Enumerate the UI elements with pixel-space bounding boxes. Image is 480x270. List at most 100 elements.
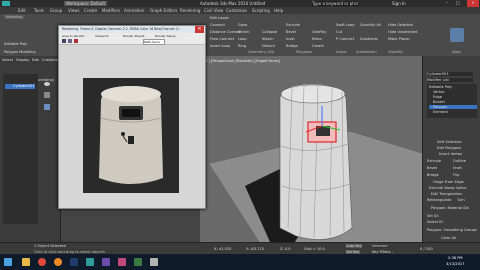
edit-triangulation-button[interactable]: Edit Triangulation (431, 192, 462, 196)
ribbon-polygon-modeling[interactable]: Polygon Modeling (4, 50, 36, 54)
ribbon-btn-quadrify-all[interactable]: Quadrify All (360, 23, 381, 27)
object-name-field[interactable]: Cylinder001 (427, 72, 473, 76)
ribbon-btn-connect[interactable]: Connect (210, 23, 225, 27)
ribbon-btn-shrink[interactable]: Shrink (238, 30, 249, 34)
menu-group[interactable]: Group (50, 8, 62, 13)
firefox-icon[interactable] (54, 258, 62, 266)
stack-polygon[interactable]: Polygon (429, 105, 477, 109)
ribbon-btn-distance-connect[interactable]: Distance Connect (210, 30, 242, 34)
auto-key-button[interactable]: Auto Key (346, 244, 363, 248)
channel-dropdown[interactable]: RGB Alpha (143, 39, 165, 45)
scene-tab-display[interactable]: Display (16, 58, 29, 62)
ribbon-btn-attach[interactable]: Attach (262, 37, 274, 41)
app3-icon[interactable] (150, 258, 158, 266)
coord-z[interactable]: Z: 0.0 (280, 247, 291, 251)
stack-edge[interactable]: Edge (433, 95, 442, 99)
menu-graph-editors[interactable]: Graph Editors (150, 8, 177, 13)
ribbon-btn-flow-connect[interactable]: Flow Connect (210, 37, 234, 41)
ribbon-btn-extrude[interactable]: Extrude (286, 23, 300, 27)
material-ids-rollout[interactable]: Polygon: Material IDs (431, 206, 469, 210)
ribbon-btn-subdivide[interactable]: Subdivide (360, 37, 378, 41)
smoothing-groups-rollout[interactable]: Polygon: Smoothing Groups (427, 228, 477, 232)
scene-tab-select[interactable]: Select (2, 58, 13, 62)
extrude-spline-button[interactable]: Extrude Along Spline (429, 186, 467, 190)
stack-editable-poly[interactable]: Editable Poly (429, 85, 452, 89)
minimize-icon[interactable]: – (446, 0, 448, 5)
clock-date[interactable]: 3/13/2017 (446, 262, 464, 266)
ribbon-btn-loop[interactable]: Loop (238, 37, 247, 41)
menu-edit[interactable]: Edit (18, 8, 26, 13)
render-clear-icon[interactable] (74, 39, 78, 43)
app-icon[interactable] (118, 258, 126, 266)
extrude-button[interactable]: Extrude (427, 159, 441, 163)
time-slider[interactable]: 0 / 100 (420, 247, 433, 251)
eye-icon[interactable] (44, 82, 50, 86)
retriangulate-button[interactable]: Retriangulate (427, 198, 451, 202)
menu-customize[interactable]: Customize (226, 8, 247, 13)
turn-button[interactable]: Turn (457, 198, 465, 202)
inset-button[interactable]: Inset (453, 166, 462, 170)
max-icon[interactable] (86, 258, 94, 266)
clock-time[interactable]: 2:38 PM (448, 256, 462, 260)
menu-modifiers[interactable]: Modifiers (102, 8, 120, 13)
ribbon-btn-hide-selected[interactable]: Hide Selected (388, 23, 413, 27)
ribbon-btn-edit-loops[interactable]: Edit Loops (210, 16, 229, 20)
scene-tab-edit[interactable]: Edit (32, 58, 39, 62)
hinge-button[interactable]: Hinge From Edge (433, 180, 464, 184)
perspective-viewport[interactable]: [+] [Perspective] [Realistic] [Edged Fac… (200, 56, 422, 242)
align-icon[interactable] (450, 28, 464, 42)
coord-y[interactable]: Y: -63.713 (246, 247, 264, 251)
layer-icon[interactable] (44, 104, 50, 110)
insert-vertex-button[interactable]: Insert Vertex (439, 152, 462, 156)
bevel-button[interactable]: Bevel (427, 166, 437, 170)
ribbon-btn-cut[interactable]: Cut (336, 30, 342, 34)
selected-dropdown[interactable]: Selected (372, 244, 388, 248)
app2-icon[interactable] (134, 258, 142, 266)
close-icon[interactable]: × (467, 0, 479, 7)
bridge-button[interactable]: Bridge (427, 173, 439, 177)
ribbon-btn-bridge[interactable]: Bridge (286, 44, 298, 48)
photoshop-icon[interactable] (70, 258, 78, 266)
maximize-icon[interactable]: □ (456, 0, 460, 5)
ribbon-btn-grow[interactable]: Grow (238, 23, 247, 27)
ribbon-btn-relax[interactable]: Relax (312, 37, 322, 41)
ribbon-btn-collapse[interactable]: Collapse (262, 30, 277, 34)
ribbon-btn-inset[interactable]: Inset (286, 37, 295, 41)
stack-vertex[interactable]: Vertex (433, 90, 445, 94)
ribbon-btn-make-planar[interactable]: Make Planar (388, 37, 410, 41)
rollout-edit-polygons[interactable]: Edit Polygons (437, 146, 461, 150)
flip-button[interactable]: Flip (453, 173, 459, 177)
render-copy-icon[interactable] (68, 39, 72, 43)
select-id-button[interactable]: Select ID (427, 220, 443, 224)
menu-tools[interactable]: Tools (34, 8, 44, 13)
ribbon-btn-geopoly[interactable]: GeoPoly (312, 30, 327, 34)
scene-item-cylinder[interactable]: Cylinder001 (5, 84, 35, 89)
menu-create[interactable]: Create (84, 8, 97, 13)
media-icon[interactable] (102, 258, 110, 266)
outline-button[interactable]: Outline (453, 159, 466, 163)
modifier-list-dropdown[interactable]: Modifier List (427, 78, 473, 82)
ribbon-btn-insert-loop[interactable]: Insert Loop (210, 44, 230, 48)
menu-animation[interactable]: Animation (124, 8, 144, 13)
ribbon-btn-bevel[interactable]: Bevel (286, 30, 296, 34)
search-input[interactable]: Type a keyword or phrase (312, 1, 358, 6)
coord-x[interactable]: X: 41.025 (214, 247, 231, 251)
stack-border[interactable]: Border (433, 100, 445, 104)
rendered-frame-window[interactable]: Rendering, Frame 0, Display Gamma: 2.2, … (58, 25, 206, 209)
clear-all-button[interactable]: Clear All (441, 236, 456, 240)
menu-civil-view[interactable]: Civil View (204, 8, 223, 13)
stack-element[interactable]: Element (433, 110, 448, 114)
menu-views[interactable]: Views (68, 8, 80, 13)
filter-icon[interactable] (44, 92, 50, 98)
menu-help[interactable]: Help (274, 8, 283, 13)
ribbon-tab-modeling[interactable]: Modeling (4, 15, 25, 19)
ribbon-btn-hide-unselected[interactable]: Hide Unselected (388, 30, 417, 34)
ribbon-btn-swift-loop[interactable]: Swift Loop (336, 23, 355, 27)
ribbon-editable-poly[interactable]: Editable Poly (4, 42, 27, 46)
ribbon-btn-create[interactable]: Create (312, 44, 324, 48)
render-close-icon[interactable]: × (195, 26, 204, 33)
ribbon-btn-detach[interactable]: Detach (262, 44, 275, 48)
explorer-icon[interactable] (22, 258, 30, 266)
app-logo-icon[interactable] (2, 1, 10, 6)
chrome-icon[interactable] (38, 258, 46, 266)
